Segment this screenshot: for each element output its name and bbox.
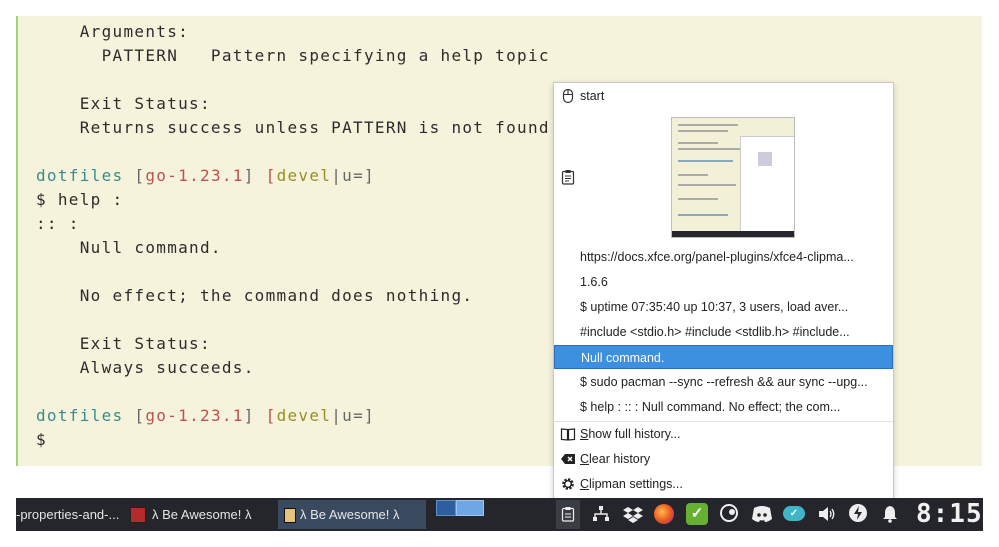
terminal-line: $	[36, 430, 47, 449]
prompt-bracket: [	[134, 406, 146, 425]
history-item-label: 1.6.6	[580, 275, 608, 289]
terminal-app-icon	[284, 508, 296, 523]
menu-item-label: Clipman settings...	[580, 477, 683, 491]
taskbar-task-active[interactable]: λ Be Awesome! λ	[278, 500, 426, 529]
prompt-bracket: [	[265, 166, 277, 185]
clipboard-icon	[561, 507, 575, 522]
prompt-git: devel	[276, 166, 332, 185]
terminal-line: Exit Status:	[36, 94, 211, 113]
terminal-prompt: dotfiles [go-1.23.1] [devel|u=]	[36, 166, 375, 186]
history-item-label: Null command.	[581, 351, 665, 365]
task-label: λ Be Awesome! λ	[152, 507, 252, 522]
prompt-bracket: ]	[243, 406, 255, 425]
menu-item-start[interactable]: start	[554, 84, 893, 108]
terminal-line: Always succeeds.	[36, 358, 255, 377]
workspace-1[interactable]	[436, 500, 456, 516]
taskbar-task[interactable]: λ Be Awesome! λ	[126, 500, 276, 529]
bell-icon[interactable]	[880, 504, 900, 524]
lightning-icon	[854, 506, 862, 520]
cloud-sync-icon[interactable]: ✓	[783, 506, 805, 521]
clear-icon	[561, 454, 575, 464]
clipman-tray-button[interactable]	[556, 500, 580, 529]
terminal-line: Arguments:	[36, 22, 190, 41]
clipboard-icon	[561, 170, 575, 185]
volume-icon[interactable]	[817, 504, 837, 524]
menu-item-label: Clear history	[580, 452, 651, 466]
dropbox-icon[interactable]	[623, 504, 643, 524]
prompt-git-status: |u=]	[331, 406, 375, 425]
prompt-dir: dotfiles	[36, 166, 124, 185]
terminal-line: PATTERN Pattern specifying a help topic	[36, 46, 550, 65]
prompt-git-status: |u=]	[331, 166, 375, 185]
task-label: λ Be Awesome! λ	[300, 507, 400, 522]
history-item[interactable]: 1.6.6	[554, 270, 893, 294]
power-icon[interactable]	[849, 504, 867, 522]
history-item[interactable]: $ sudo pacman --sync --refresh && aur sy…	[554, 370, 893, 394]
history-item-label: https://docs.xfce.org/panel-plugins/xfce…	[580, 250, 854, 264]
steam-icon[interactable]	[720, 504, 738, 522]
prompt-branch: go-1.23.1	[145, 406, 244, 425]
security-check-icon[interactable]: ✓	[686, 503, 708, 525]
terminal-app-icon	[130, 507, 146, 523]
history-item[interactable]: $ uptime 07:35:40 up 10:37, 3 users, loa…	[554, 295, 893, 319]
history-item-label: #include <stdio.h> #include <stdlib.h> #…	[580, 325, 850, 339]
workspace-2[interactable]	[456, 500, 484, 516]
terminal-line: Exit Status:	[36, 334, 211, 353]
book-icon	[560, 428, 576, 441]
clipman-settings-item[interactable]: Clipman settings...	[554, 472, 893, 496]
discord-icon[interactable]	[751, 504, 773, 524]
history-item-selected[interactable]: Null command.	[554, 345, 893, 369]
prompt-branch: go-1.23.1	[145, 166, 244, 185]
network-icon[interactable]	[591, 504, 611, 524]
prompt-bracket: [	[265, 406, 277, 425]
terminal-line: :: :	[36, 214, 80, 233]
prompt-dir: dotfiles	[36, 406, 124, 425]
prompt-bracket: ]	[243, 166, 255, 185]
terminal-line: No effect; the command does nothing.	[36, 286, 474, 305]
terminal-line: $ help :	[36, 190, 124, 209]
menu-item-label: Show full history...	[580, 427, 681, 441]
history-item[interactable]: #include <stdio.h> #include <stdlib.h> #…	[554, 320, 893, 344]
prompt-git: devel	[276, 406, 332, 425]
firefox-icon[interactable]	[654, 504, 674, 524]
taskbar-task[interactable]: -properties-and-...	[16, 500, 122, 529]
task-label: -properties-and-...	[16, 507, 120, 522]
history-item[interactable]: $ help : :: : Null command. No effect; t…	[554, 395, 893, 419]
clear-history-item[interactable]: Clear history	[554, 447, 893, 471]
terminal-line: Null command.	[36, 238, 222, 257]
clock[interactable]: 8:15	[916, 500, 983, 529]
workspace-pager[interactable]	[436, 500, 484, 516]
menu-item-image[interactable]	[554, 109, 893, 243]
history-item-label: $ help : :: : Null command. No effect; t…	[580, 400, 841, 414]
mouse-icon	[562, 88, 574, 104]
show-full-history-item[interactable]: Show full history...	[554, 422, 893, 446]
taskbar: -properties-and-... λ Be Awesome! λ λ Be…	[16, 498, 983, 531]
clipman-menu: start https://docs.xfce.org/panel-plugin…	[553, 82, 894, 500]
prompt-bracket: [	[134, 166, 146, 185]
terminal-line: Returns success unless PATTERN is not fo…	[36, 118, 550, 137]
history-item[interactable]: https://docs.xfce.org/panel-plugins/xfce…	[554, 245, 893, 269]
history-item-label: $ uptime 07:35:40 up 10:37, 3 users, loa…	[580, 300, 849, 314]
history-item-label: $ sudo pacman --sync --refresh && aur sy…	[580, 375, 868, 389]
clipboard-image-thumbnail	[671, 117, 795, 238]
terminal-prompt: dotfiles [go-1.23.1] [devel|u=]	[36, 406, 375, 426]
gear-icon	[562, 478, 574, 490]
menu-item-label: start	[580, 89, 605, 103]
